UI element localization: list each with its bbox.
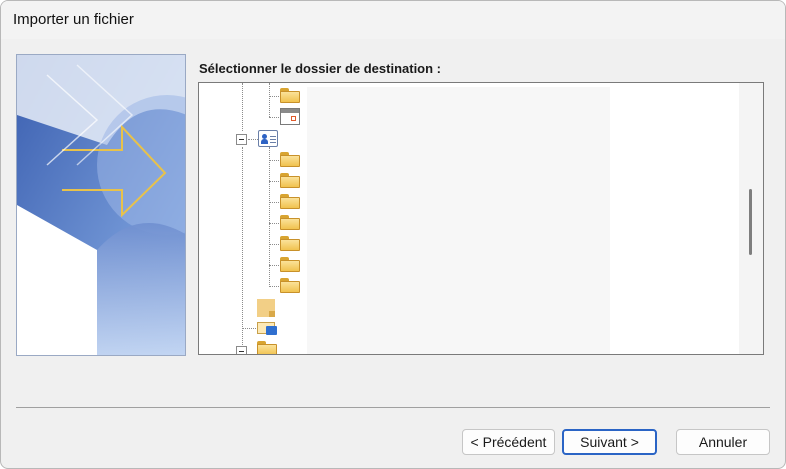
folder-icon[interactable] bbox=[280, 152, 300, 167]
import-dialog: Importer un fichier Sélectionner le doss… bbox=[0, 0, 786, 469]
window-title: Importer un fichier bbox=[13, 11, 134, 28]
folder-icon[interactable] bbox=[280, 194, 300, 209]
vertical-scrollbar[interactable] bbox=[739, 83, 763, 354]
destination-prompt: Sélectionner le dossier de destination : bbox=[199, 61, 442, 76]
back-button[interactable]: < Précédent bbox=[462, 429, 555, 455]
folder-icon[interactable] bbox=[280, 88, 300, 103]
shared-folder-icon[interactable] bbox=[257, 319, 277, 335]
folder-tree[interactable] bbox=[198, 82, 764, 355]
folder-icon[interactable] bbox=[280, 236, 300, 251]
footer-divider bbox=[16, 407, 770, 408]
cancel-button[interactable]: Annuler bbox=[676, 429, 770, 455]
folder-icon[interactable] bbox=[280, 278, 300, 293]
note-icon[interactable] bbox=[257, 299, 275, 317]
collapse-toggle[interactable] bbox=[236, 346, 247, 354]
title-bar: Importer un fichier bbox=[1, 1, 785, 39]
folder-icon[interactable] bbox=[280, 257, 300, 272]
collapse-toggle[interactable] bbox=[236, 134, 247, 145]
scrollbar-thumb[interactable] bbox=[749, 189, 752, 255]
tree-selection-area bbox=[307, 87, 610, 354]
next-button[interactable]: Suivant > bbox=[562, 429, 657, 455]
wizard-banner-image bbox=[16, 54, 186, 356]
calendar-icon[interactable] bbox=[280, 108, 300, 125]
tree-connector bbox=[269, 83, 270, 117]
folder-icon[interactable] bbox=[280, 215, 300, 230]
contacts-icon[interactable] bbox=[258, 130, 278, 147]
tree-connector bbox=[269, 147, 270, 287]
folder-icon[interactable] bbox=[280, 173, 300, 188]
folder-icon[interactable] bbox=[257, 341, 277, 354]
banner-graphic bbox=[17, 55, 185, 355]
tree-connector bbox=[242, 83, 243, 131]
tree-connector bbox=[242, 147, 243, 354]
